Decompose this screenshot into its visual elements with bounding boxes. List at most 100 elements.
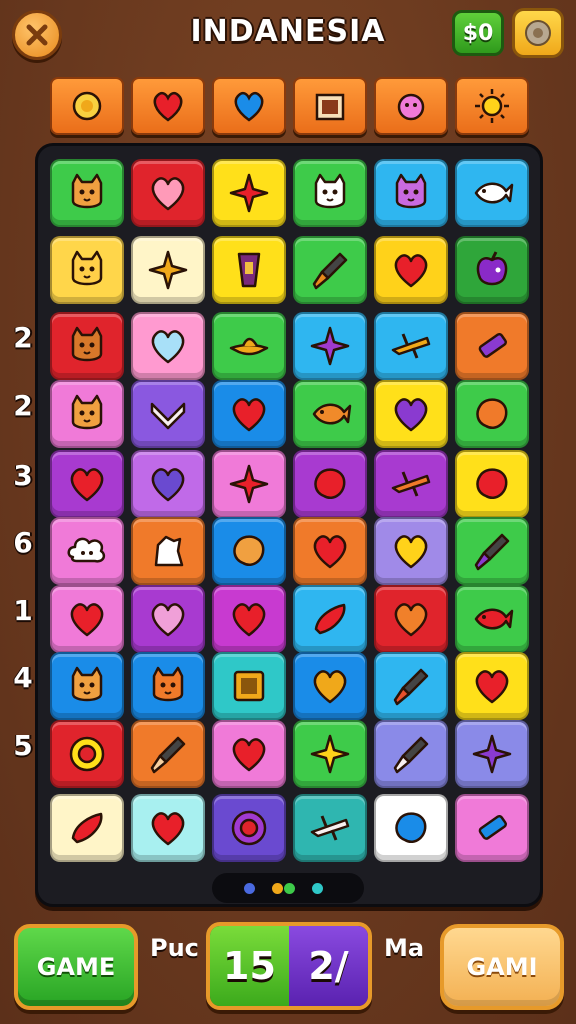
heart-icon	[234, 91, 264, 122]
board-tile[interactable]	[293, 312, 367, 380]
board-tile[interactable]	[293, 450, 367, 518]
brush-icon	[150, 736, 186, 774]
score-panel: 15 2/	[206, 922, 372, 1010]
close-button[interactable]	[12, 10, 62, 60]
board-tile[interactable]	[50, 380, 124, 448]
dog-icon	[154, 535, 184, 567]
cat-icon	[71, 250, 103, 286]
cat-icon	[71, 666, 103, 702]
board-tile[interactable]	[374, 585, 448, 653]
page-dot[interactable]	[244, 883, 255, 894]
heart-icon	[394, 254, 428, 288]
board-tile[interactable]	[455, 450, 529, 518]
page-title: INDANESIA	[190, 14, 386, 49]
board-tile[interactable]	[455, 380, 529, 448]
board-tile[interactable]	[212, 585, 286, 653]
board-tile[interactable]	[293, 380, 367, 448]
board-tile[interactable]	[212, 720, 286, 788]
board-tile[interactable]	[293, 159, 367, 227]
board-tile[interactable]	[374, 652, 448, 720]
board-tile[interactable]	[212, 159, 286, 227]
board-tile[interactable]	[455, 652, 529, 720]
cloud-icon	[67, 537, 106, 563]
board-tile[interactable]	[293, 794, 367, 862]
blob-icon	[476, 468, 508, 499]
board-tile[interactable]	[50, 517, 124, 585]
heart-icon	[151, 177, 185, 211]
board-tile[interactable]	[455, 236, 529, 304]
board-tile[interactable]	[374, 380, 448, 448]
board-tile[interactable]	[50, 720, 124, 788]
board-tile[interactable]	[50, 312, 124, 380]
board-tile[interactable]	[50, 585, 124, 653]
board-tile[interactable]	[374, 236, 448, 304]
board-tile[interactable]	[131, 380, 205, 448]
heart-icon	[475, 670, 509, 704]
category-heart-icon[interactable]	[212, 77, 286, 135]
board-tile[interactable]	[455, 720, 529, 788]
board-tile[interactable]	[50, 450, 124, 518]
board-tile[interactable]	[212, 794, 286, 862]
label-ma: Ma	[384, 934, 425, 962]
board-tile[interactable]	[374, 159, 448, 227]
board-tile[interactable]	[131, 794, 205, 862]
board-tile[interactable]	[212, 652, 286, 720]
money-counter[interactable]: $0	[452, 10, 504, 56]
board-tile[interactable]	[131, 236, 205, 304]
board-tile[interactable]	[455, 312, 529, 380]
category-picture-frame-icon[interactable]	[293, 77, 367, 135]
settings-button[interactable]	[512, 8, 564, 58]
board-tile[interactable]	[212, 380, 286, 448]
page-dot[interactable]	[272, 883, 283, 894]
board-tile[interactable]	[131, 585, 205, 653]
board-tile[interactable]	[212, 450, 286, 518]
board-tile[interactable]	[131, 312, 205, 380]
fish-icon	[312, 403, 352, 425]
board-tile[interactable]	[212, 312, 286, 380]
board-tile[interactable]	[374, 720, 448, 788]
category-sun-face-icon[interactable]	[374, 77, 448, 135]
category-sun-icon[interactable]	[455, 77, 529, 135]
board-tile[interactable]	[293, 652, 367, 720]
board-tile[interactable]	[293, 585, 367, 653]
ring-icon	[69, 736, 105, 772]
fish-icon	[474, 182, 514, 204]
board-tile[interactable]	[374, 794, 448, 862]
board-tile[interactable]	[455, 159, 529, 227]
board-tile[interactable]	[374, 312, 448, 380]
star-icon	[310, 326, 350, 366]
page-indicator	[212, 873, 364, 903]
page-dot[interactable]	[284, 883, 295, 894]
category-heart-icon[interactable]	[131, 77, 205, 135]
star-icon	[310, 734, 350, 774]
cup-icon	[237, 252, 261, 288]
board-tile[interactable]	[131, 720, 205, 788]
blob-icon	[476, 398, 508, 429]
category-lemon-icon[interactable]	[50, 77, 124, 135]
page-dot[interactable]	[312, 883, 323, 894]
board-tile[interactable]	[293, 720, 367, 788]
board-tile[interactable]	[455, 517, 529, 585]
heart-icon	[70, 603, 104, 637]
board-tile[interactable]	[455, 794, 529, 862]
blob-icon	[233, 535, 265, 566]
board-tile[interactable]	[374, 450, 448, 518]
gami-button[interactable]: GAMI	[440, 924, 564, 1010]
board-tile[interactable]	[50, 236, 124, 304]
board-tile[interactable]	[50, 794, 124, 862]
board-tile[interactable]	[374, 517, 448, 585]
board-tile[interactable]	[293, 236, 367, 304]
board-tile[interactable]	[131, 517, 205, 585]
board-tile[interactable]	[50, 159, 124, 227]
board-tile[interactable]	[131, 159, 205, 227]
heart-icon	[151, 468, 185, 502]
board-tile[interactable]	[212, 236, 286, 304]
star-icon	[472, 734, 512, 774]
game-button[interactable]: GAME	[14, 924, 138, 1010]
board-tile[interactable]	[131, 450, 205, 518]
board-tile[interactable]	[212, 517, 286, 585]
board-tile[interactable]	[455, 585, 529, 653]
board-tile[interactable]	[293, 517, 367, 585]
board-tile[interactable]	[131, 652, 205, 720]
board-tile[interactable]	[50, 652, 124, 720]
